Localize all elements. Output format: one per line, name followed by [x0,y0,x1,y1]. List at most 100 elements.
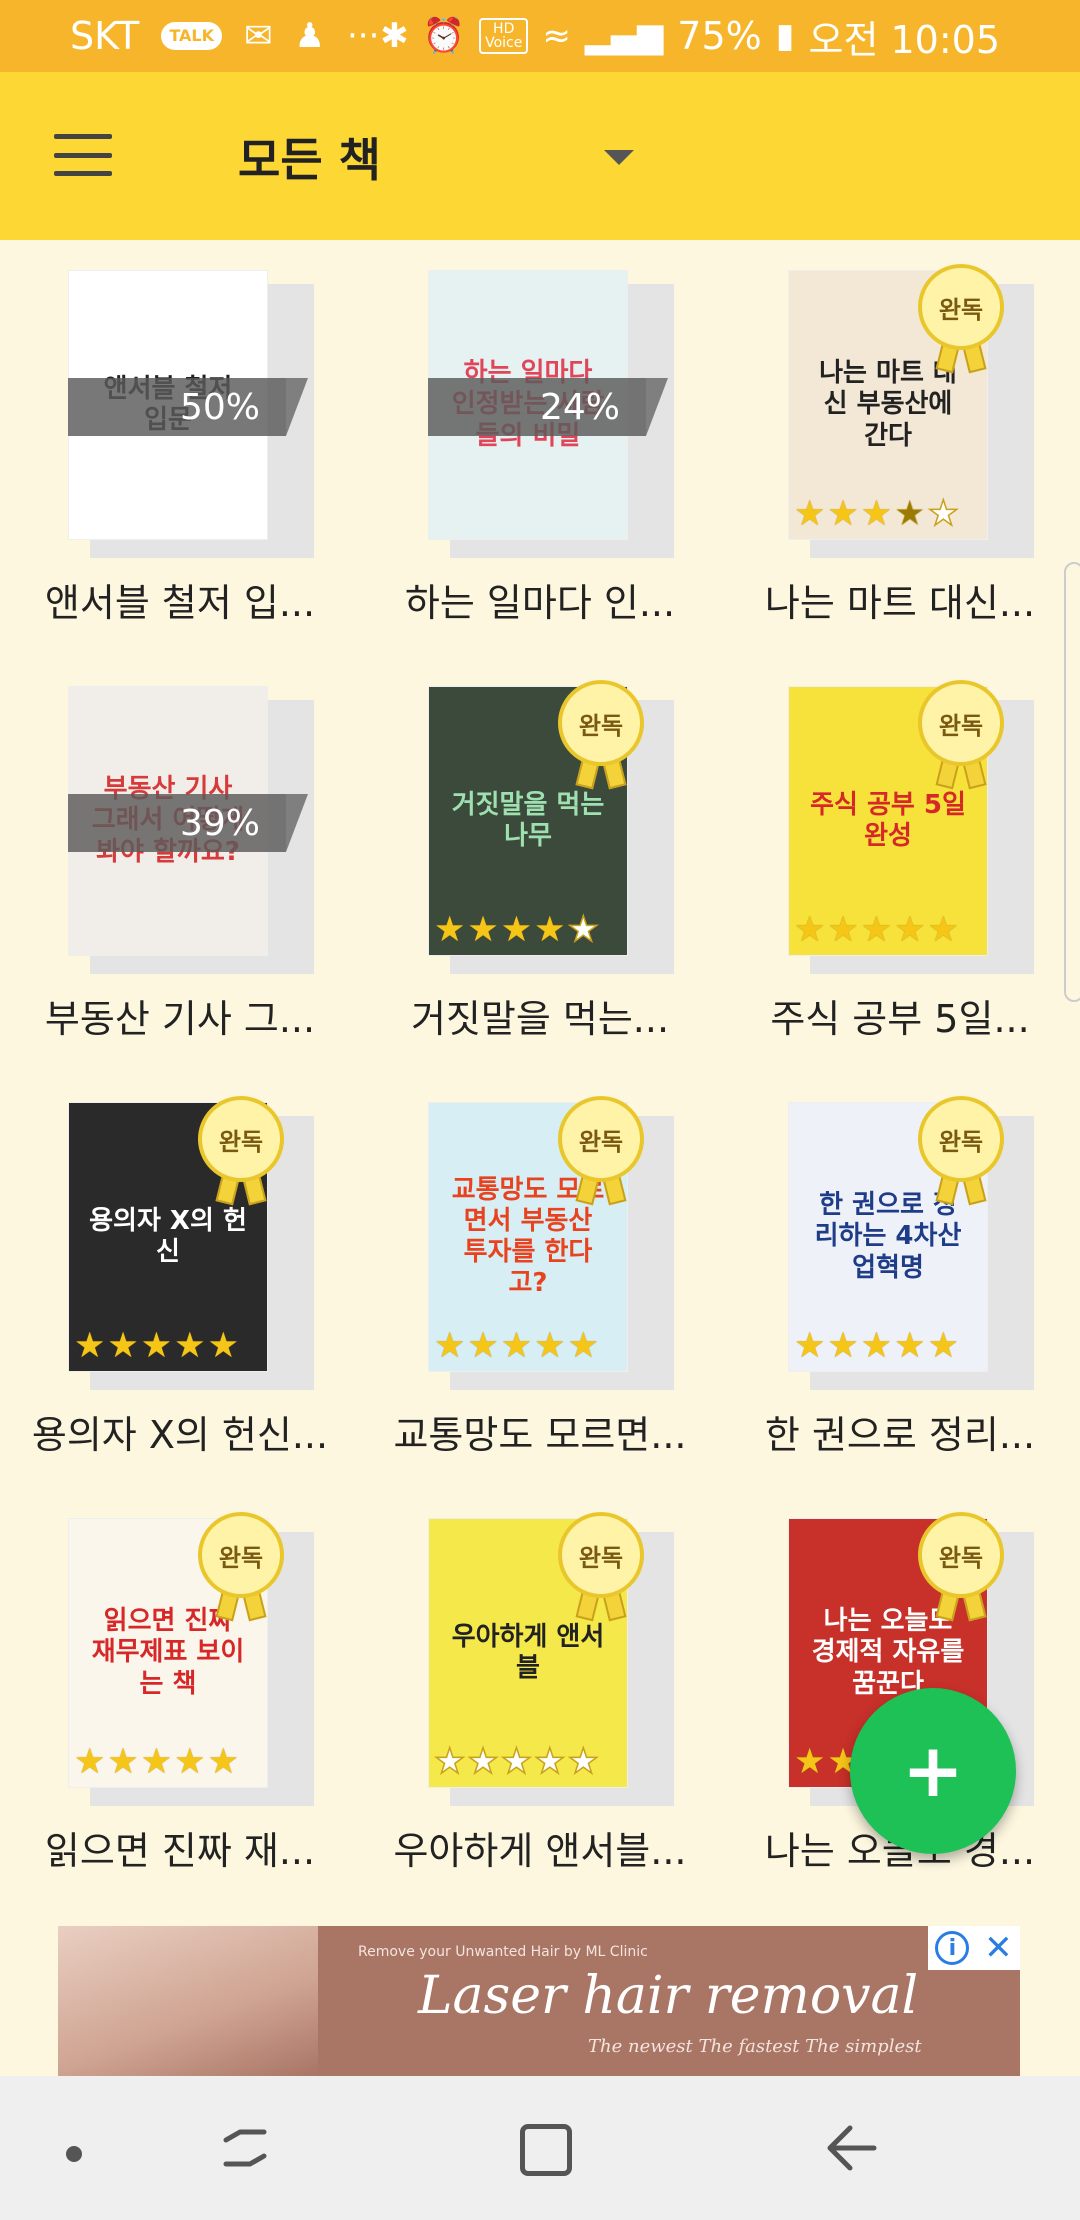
app-toolbar: 모든 책 [0,72,1080,240]
carrier-label: SKT [70,14,140,58]
reading-progress-badge: 24% [428,378,668,436]
star-filled-icon: ★ [827,494,859,534]
bluetooth-icon: ✱ [380,16,409,56]
menu-icon[interactable] [54,134,112,176]
completed-medal-icon: 완독 [558,1096,644,1206]
star-rating: ★★★★★ [434,1328,599,1364]
star-filled-icon: ★ [794,910,826,950]
star-rating: ★★★★★ [794,912,959,948]
book-item[interactable]: 앤서블 철저 입문50% 앤서블 철저 입... [0,240,360,656]
book-item[interactable]: 한 권으로 정리하는 4차산업혁명 완독 ★ ★ ★ ★ ★ 한 권으로 정리... [720,1072,1080,1488]
book-title: 하는 일마다 인... [404,581,676,625]
book-item[interactable]: 교통망도 모르면서 부동산 투자를 한다고? 완독 ★ ★ ★ ★ ★ 교통망도 모르면... [360,1072,720,1488]
book-item[interactable]: 거짓말을 먹는 나무 완독 ★ ★ ★ ★ ★ 거짓말을 먹는... [360,656,720,1072]
ad-image [58,1926,318,2076]
book-item[interactable]: 나는 마트 대신 부동산에 간다 완독 ★ ★ ★ ★ ★ 나는 마트 대신... [720,240,1080,656]
book-title: 한 권으로 정리... [764,1413,1036,1457]
star-empty-icon: ★ [567,1742,600,1782]
star-filled-icon: ★ [894,1326,926,1366]
book-item[interactable]: 하는 일마다 인정받는 사람들의 비밀24% 하는 일마다 인... [360,240,720,656]
book-item[interactable]: 용의자 X의 헌신 완독 ★ ★ ★ ★ ★ 용의자 X의 헌신... [0,1072,360,1488]
completed-label: 완독 [558,1096,644,1182]
completed-medal-icon: 완독 [918,264,1004,374]
star-rating: ★★★★★ [433,1742,600,1782]
ad-controls: i ✕ [928,1926,1020,1970]
star-filled-icon: ★ [827,1326,859,1366]
book-cover-wrap: 부동산 기사 그래서 어떻게 봐야 할까요?39% [68,686,314,974]
home-icon[interactable] [520,2124,572,2176]
book-cover-wrap: 하는 일마다 인정받는 사람들의 비밀24% [428,270,674,558]
nav-dot-icon[interactable] [66,2146,82,2162]
completed-label: 완독 [918,680,1004,766]
star-filled-icon: ★ [794,1326,826,1366]
completed-medal-icon: 완독 [558,1512,644,1622]
star-filled-icon: ★ [894,910,926,950]
star-filled-icon: ★ [500,910,533,950]
toolbar-title: 모든 책 [238,133,381,187]
star-rating: ★★★★★ [794,1328,959,1364]
book-cover-wrap: 읽으면 진짜 재무제표 보이는 책 완독 ★ ★ ★ ★ ★ [68,1512,314,1806]
recent-apps-icon[interactable] [220,2126,270,2170]
voice-label: Voice [485,35,523,51]
star-filled-icon: ★ [927,910,959,950]
alarm-icon: ⏰ [422,16,466,56]
star-filled-icon: ★ [534,910,566,950]
book-title: 우아하게 앤서블... [393,1829,687,1873]
star-filled-icon: ★ [434,910,466,950]
book-cover-wrap: 한 권으로 정리하는 4차산업혁명 완독 ★ ★ ★ ★ ★ [788,1096,1034,1390]
wifi-icon: ≈ [542,16,571,56]
book-cover-wrap: 우아하게 앤서블 완독 ★ ★ ★ ★ ★ [428,1512,674,1806]
completed-label: 완독 [918,264,1004,350]
ad-banner[interactable]: Remove your Unwanted Hair by ML Clinic L… [58,1926,1020,2076]
star-rating: ★★★★★ [794,494,960,534]
back-icon[interactable] [824,2122,878,2174]
ad-headline: Laser hair removal [418,1966,919,2026]
star-half-icon: ★ [894,494,926,534]
ad-info-icon[interactable]: i [935,1931,970,1965]
star-filled-icon: ★ [107,1326,139,1366]
completed-label: 완독 [198,1512,284,1598]
star-filled-icon: ★ [107,1742,139,1782]
star-filled-icon: ★ [207,1742,239,1782]
star-empty-icon: ★ [927,494,960,534]
ad-small-text: Remove your Unwanted Hair by ML Clinic [358,1944,648,1960]
star-filled-icon: ★ [174,1326,206,1366]
scrollbar[interactable] [1064,562,1080,1002]
star-filled-icon: ★ [860,910,893,950]
book-cover-wrap: 앤서블 철저 입문50% [68,270,314,558]
book-item[interactable]: 우아하게 앤서블 완독 ★ ★ ★ ★ ★ 우아하게 앤서블... [360,1488,720,1904]
chevron-down-icon [604,150,634,165]
book-cover-wrap: 교통망도 모르면서 부동산 투자를 한다고? 완독 ★ ★ ★ ★ ★ [428,1096,674,1390]
star-filled-icon: ★ [140,1326,173,1366]
book-title: 읽으면 진짜 재... [44,1829,316,1873]
completed-medal-icon: 완독 [918,1096,1004,1206]
book-item[interactable]: 부동산 기사 그래서 어떻게 봐야 할까요?39% 부동산 기사 그... [0,656,360,1072]
star-empty-icon: ★ [500,1742,533,1782]
star-filled-icon: ★ [467,1326,499,1366]
completed-medal-icon: 완독 [558,680,644,790]
library-filter-select[interactable]: 모든 책 [238,112,638,202]
book-title: 앤서블 철저 입... [44,581,316,625]
star-empty-icon: ★ [567,910,600,950]
book-cover-wrap: 주식 공부 5일 완성 완독 ★ ★ ★ ★ ★ [788,680,1034,974]
star-filled-icon: ★ [434,1326,466,1366]
completed-medal-icon: 완독 [198,1512,284,1622]
star-filled-icon: ★ [174,1742,206,1782]
star-filled-icon: ★ [500,1326,533,1366]
completed-medal-icon: 완독 [198,1096,284,1206]
battery-icon: ▮ [775,16,795,56]
star-filled-icon: ★ [860,494,893,534]
add-book-button[interactable]: + [850,1688,1016,1854]
book-cover-wrap: 용의자 X의 헌신 완독 ★ ★ ★ ★ ★ [68,1096,314,1390]
completed-label: 완독 [198,1096,284,1182]
star-rating: ★★★★★ [74,1328,239,1364]
status-bar: SKT TALK ✉ ♟ ··· ✱ ⏰ HD Voice ≈ ▂▄▆ 75% ▮… [0,0,1080,72]
completed-label: 완독 [918,1096,1004,1182]
star-filled-icon: ★ [207,1326,239,1366]
book-title: 용의자 X의 헌신... [31,1413,329,1457]
star-empty-icon: ★ [467,1742,500,1782]
ad-close-icon[interactable]: ✕ [984,1928,1013,1968]
book-cover-wrap: 나는 마트 대신 부동산에 간다 완독 ★ ★ ★ ★ ★ [788,264,1034,558]
book-item[interactable]: 읽으면 진짜 재무제표 보이는 책 완독 ★ ★ ★ ★ ★ 읽으면 진짜 재... [0,1488,360,1904]
book-item[interactable]: 주식 공부 5일 완성 완독 ★ ★ ★ ★ ★ 주식 공부 5일... [720,656,1080,1072]
